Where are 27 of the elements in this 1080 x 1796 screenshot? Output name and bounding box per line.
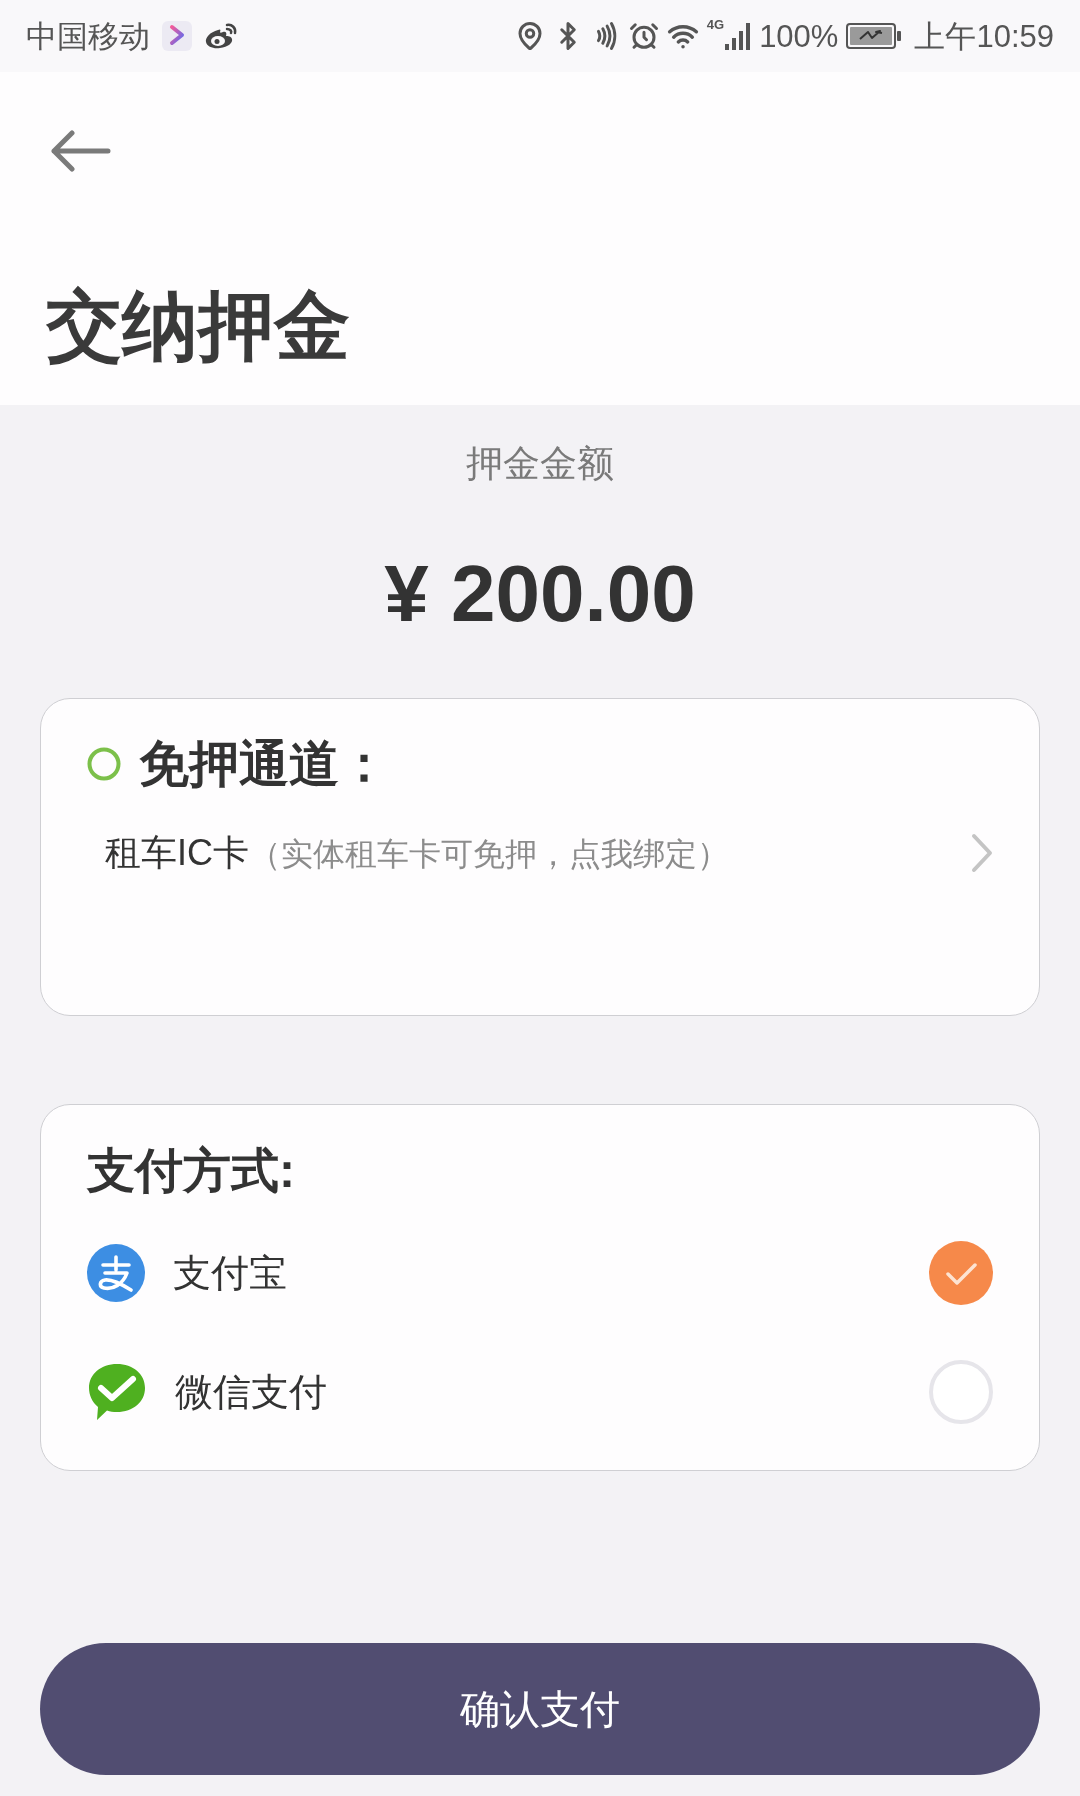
- page-title: 交纳押金: [46, 288, 350, 364]
- signal-icon: [725, 22, 752, 50]
- ring-icon: [87, 747, 121, 781]
- deposit-amount: ¥ 200.00: [384, 554, 696, 634]
- clock-time: 上午10:59: [914, 20, 1054, 52]
- app-icon: [162, 21, 192, 51]
- carrier-name: 中国移动: [26, 20, 150, 52]
- battery-percent: 100%: [759, 20, 839, 52]
- unchecked-radio[interactable]: [929, 1360, 993, 1424]
- checked-radio[interactable]: [929, 1241, 993, 1305]
- section-title: 支付方式:: [87, 1147, 295, 1195]
- option-hint: （实体租车卡可免押，点我绑定）: [249, 838, 729, 870]
- alarm-clock-icon: [628, 21, 659, 51]
- option-name: 租车IC卡: [105, 835, 249, 871]
- eye-logo-icon: [204, 22, 238, 50]
- deposit-label: 押金金额: [466, 445, 614, 482]
- confirm-pay-button[interactable]: 确认支付: [40, 1643, 1040, 1775]
- network-type: 4G: [706, 18, 725, 31]
- payment-method-name: 支付宝: [173, 1254, 287, 1292]
- chevron-right-icon: [971, 833, 993, 873]
- ic-card-option[interactable]: 租车IC卡（实体租车卡可免押，点我绑定）: [105, 833, 993, 873]
- payment-logo-icon: [87, 1244, 145, 1302]
- section-title: 免押通道：: [139, 739, 389, 789]
- battery-charging-icon: [846, 23, 903, 49]
- chat-bubble-check-icon: [87, 1362, 147, 1422]
- payment-method-name: 微信支付: [175, 1373, 327, 1411]
- back-arrow-icon[interactable]: [50, 130, 112, 172]
